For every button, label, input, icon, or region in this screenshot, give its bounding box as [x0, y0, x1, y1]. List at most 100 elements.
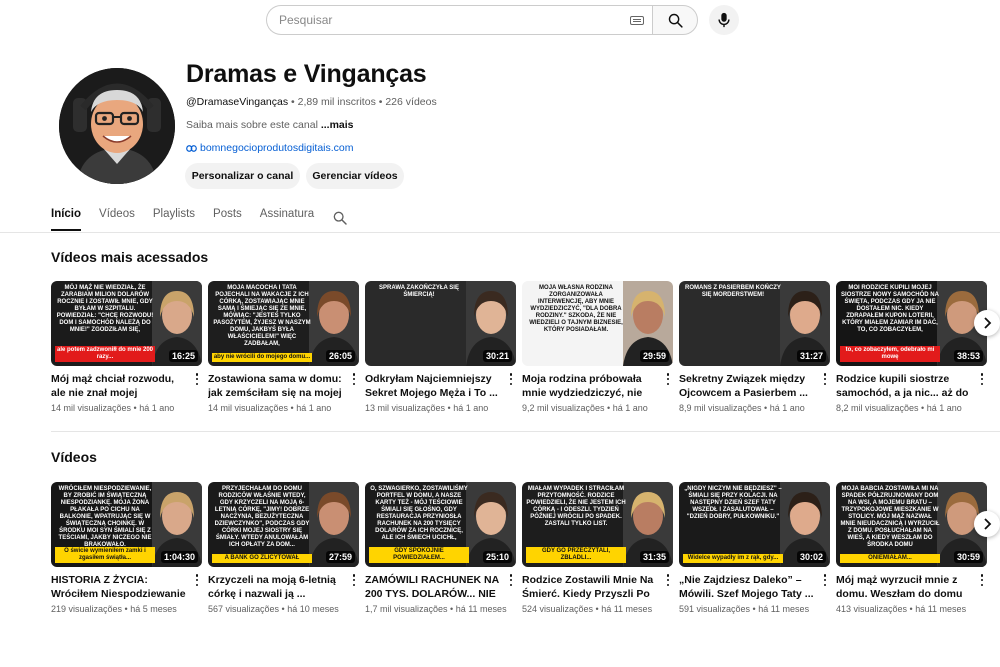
chevron-right-icon — [984, 518, 992, 530]
meta-separator: • — [445, 403, 454, 413]
thumbnail-highlight: aby nie wrócili do mojego domu... — [212, 353, 312, 362]
more-options-icon[interactable] — [663, 573, 673, 587]
thumbnail-caption: Moja babcia zostawiła mi na spadek półzr… — [840, 486, 940, 548]
video-duration: 16:25 — [168, 350, 198, 362]
video-thumbnail[interactable]: Moja macocha i tata pojechali na wakacje… — [208, 281, 359, 366]
more-options-icon[interactable] — [192, 372, 202, 386]
keyboard-icon[interactable] — [630, 16, 644, 25]
video-thumbnail[interactable]: Moja własna rodzina zorganizowała interw… — [522, 281, 673, 366]
video-card[interactable]: Romans z pasierbem kończy się morderstwe… — [679, 281, 830, 413]
video-duration: 31:35 — [639, 551, 669, 563]
video-card[interactable]: „Nigdy niczym nie będziesz" – śmiali się… — [679, 482, 830, 614]
video-title[interactable]: Mój mąż chciał rozwodu, ale nie znał moj… — [51, 372, 188, 400]
video-card[interactable]: Moi rodzice kupili mojej siostrze nowy s… — [836, 281, 987, 413]
search-icon — [668, 13, 683, 28]
upload-age: há 5 meses — [130, 604, 177, 614]
video-meta: 8,9 mil visualizações • há 1 ano — [679, 403, 830, 413]
more-options-icon[interactable] — [506, 372, 516, 386]
tab-membership[interactable]: Assinatura — [260, 205, 314, 231]
top-bar — [0, 0, 1000, 40]
video-meta: 591 visualizações • há 11 meses — [679, 604, 830, 614]
video-thumbnail[interactable]: Moja babcia zostawiła mi na spadek półzr… — [836, 482, 987, 567]
channel-tabs: Início Vídeos Playlists Posts Assinatura — [51, 205, 348, 231]
more-options-icon[interactable] — [349, 573, 359, 587]
more-options-icon[interactable] — [192, 573, 202, 587]
video-thumbnail[interactable]: Wróciłem niespodziewanie, by zrobić im ś… — [51, 482, 202, 567]
tab-videos[interactable]: Vídeos — [99, 205, 135, 231]
thumbnail-caption: Wróciłem niespodziewanie, by zrobić im ś… — [58, 486, 152, 548]
video-thumbnail[interactable]: O, szwagierko, zostawiliśmy portfel w do… — [365, 482, 516, 567]
video-card[interactable]: Wróciłem niespodziewanie, by zrobić im ś… — [51, 482, 202, 614]
video-card[interactable]: Miałam wypadek i straciłam przytomność. … — [522, 482, 673, 614]
video-card[interactable]: Moja własna rodzina zorganizowała interw… — [522, 281, 673, 413]
voice-search-button[interactable] — [709, 5, 739, 35]
video-thumbnail[interactable]: Sprawa zakończyła się śmiercią! 30:21 — [365, 281, 516, 366]
thumbnail-highlight: A BANK GO ZLICYTOWAŁ — [212, 554, 312, 563]
more-options-icon[interactable] — [506, 573, 516, 587]
customize-channel-button[interactable]: Personalizar o canal — [185, 163, 300, 189]
next-arrow-button[interactable] — [974, 310, 1000, 336]
video-title[interactable]: Mój mąż wyrzucił mnie z domu. Weszłam do… — [836, 573, 973, 601]
video-thumbnail[interactable]: Romans z pasierbem kończy się morderstwe… — [679, 281, 830, 366]
about-more-link[interactable]: ...mais — [321, 119, 354, 131]
video-title[interactable]: Sekretny Związek między Ojcowcem a Pasie… — [679, 372, 816, 400]
video-card[interactable]: Sprawa zakończyła się śmiercią! 30:21 Odkr… — [365, 281, 516, 413]
thumbnail-caption: Moi rodzice kupili mojej siostrze nowy s… — [841, 285, 939, 333]
video-duration: 29:59 — [639, 350, 669, 362]
video-meta: 1,7 mil visualizações • há 11 meses — [365, 604, 516, 614]
thumbnail-caption: O, szwagierko, zostawiliśmy portfel w do… — [370, 486, 468, 541]
video-title[interactable]: Odkryłam Najciemniejszy Sekret Mojego Mę… — [365, 372, 502, 400]
tab-home[interactable]: Início — [51, 205, 82, 231]
video-card[interactable]: Mój mąż nie wiedział, że zarabiam milion… — [51, 281, 202, 413]
channel-avatar[interactable] — [59, 68, 175, 184]
channel-handle: @DramaseVinganças — [186, 96, 289, 108]
video-title[interactable]: Moja rodzina próbowała mnie wydziedziczy… — [522, 372, 659, 400]
video-title[interactable]: Rodzice kupili siostrze samochód, a ja n… — [836, 372, 973, 400]
search-box[interactable] — [266, 5, 652, 35]
video-card[interactable]: O, szwagierko, zostawiliśmy portfel w do… — [365, 482, 516, 614]
avatar-portrait — [59, 68, 175, 184]
tab-search[interactable] — [332, 205, 348, 231]
search-button[interactable] — [652, 5, 698, 35]
more-options-icon[interactable] — [663, 372, 673, 386]
video-title[interactable]: Krzyczeli na moją 6-letnią córkę i nazwa… — [208, 573, 345, 601]
more-options-icon[interactable] — [977, 573, 987, 587]
view-count: 1,7 mil visualizações — [365, 604, 448, 614]
upload-age: há 1 ano — [296, 403, 332, 413]
video-thumbnail[interactable]: „Nigdy niczym nie będziesz" – śmiali się… — [679, 482, 830, 567]
video-card[interactable]: Moja macocha i tata pojechali na wakacje… — [208, 281, 359, 413]
link-text: bomnegocioprodutosdigitais.com — [200, 142, 354, 154]
meta-separator: • — [447, 604, 456, 614]
channel-external-link[interactable]: bomnegocioprodutosdigitais.com — [186, 142, 354, 154]
video-card[interactable]: Przyjechałam do domu rodziców właśnie wt… — [208, 482, 359, 614]
video-duration: 30:21 — [482, 350, 512, 362]
more-options-icon[interactable] — [349, 372, 359, 386]
more-options-icon[interactable] — [977, 372, 987, 386]
tab-playlists[interactable]: Playlists — [153, 205, 195, 231]
video-thumbnail[interactable]: Mój mąż nie wiedział, że zarabiam milion… — [51, 281, 202, 366]
video-thumbnail[interactable]: Moi rodzice kupili mojej siostrze nowy s… — [836, 281, 987, 366]
more-options-icon[interactable] — [820, 573, 830, 587]
thumbnail-highlight: ale potem zadzwoniłł do mnie 200 razy... — [55, 346, 155, 362]
about-text: Saiba mais sobre este canal — [186, 119, 318, 131]
manage-videos-button[interactable]: Gerenciar vídeos — [306, 163, 404, 189]
upload-age: há 11 meses — [915, 604, 967, 614]
tab-posts[interactable]: Posts — [213, 205, 242, 231]
video-title[interactable]: „Nie Zajdziesz Daleko” – Mówili. Szef Mo… — [679, 573, 816, 601]
more-options-icon[interactable] — [820, 372, 830, 386]
video-thumbnail[interactable]: Miałam wypadek i straciłam przytomność. … — [522, 482, 673, 567]
video-card[interactable]: Moja babcia zostawiła mi na spadek półzr… — [836, 482, 987, 614]
channel-description[interactable]: Saiba mais sobre este canal ...mais — [186, 119, 354, 131]
video-duration: 26:05 — [325, 350, 355, 362]
upload-age: há 10 meses — [287, 604, 339, 614]
next-arrow-button[interactable] — [974, 511, 1000, 537]
video-title[interactable]: Zostawiona sama w domu: jak zemściłam si… — [208, 372, 345, 400]
subscriber-count: 2,89 mil inscritos — [297, 96, 376, 108]
video-thumbnail[interactable]: Przyjechałam do domu rodziców właśnie wt… — [208, 482, 359, 567]
meta-separator: • — [907, 604, 916, 614]
channel-stats: @DramaseVinganças • 2,89 mil inscritos •… — [186, 96, 437, 108]
search-input[interactable] — [279, 13, 609, 27]
video-title[interactable]: HISTORIA Z ŻYCIA: Wróciłem Niespodziewan… — [51, 573, 188, 601]
video-title[interactable]: Rodzice Zostawili Mnie Na Śmierć. Kiedy … — [522, 573, 659, 601]
video-title[interactable]: ZAMÓWILI RACHUNEK NA 200 TYS. DOLARÓW...… — [365, 573, 502, 601]
